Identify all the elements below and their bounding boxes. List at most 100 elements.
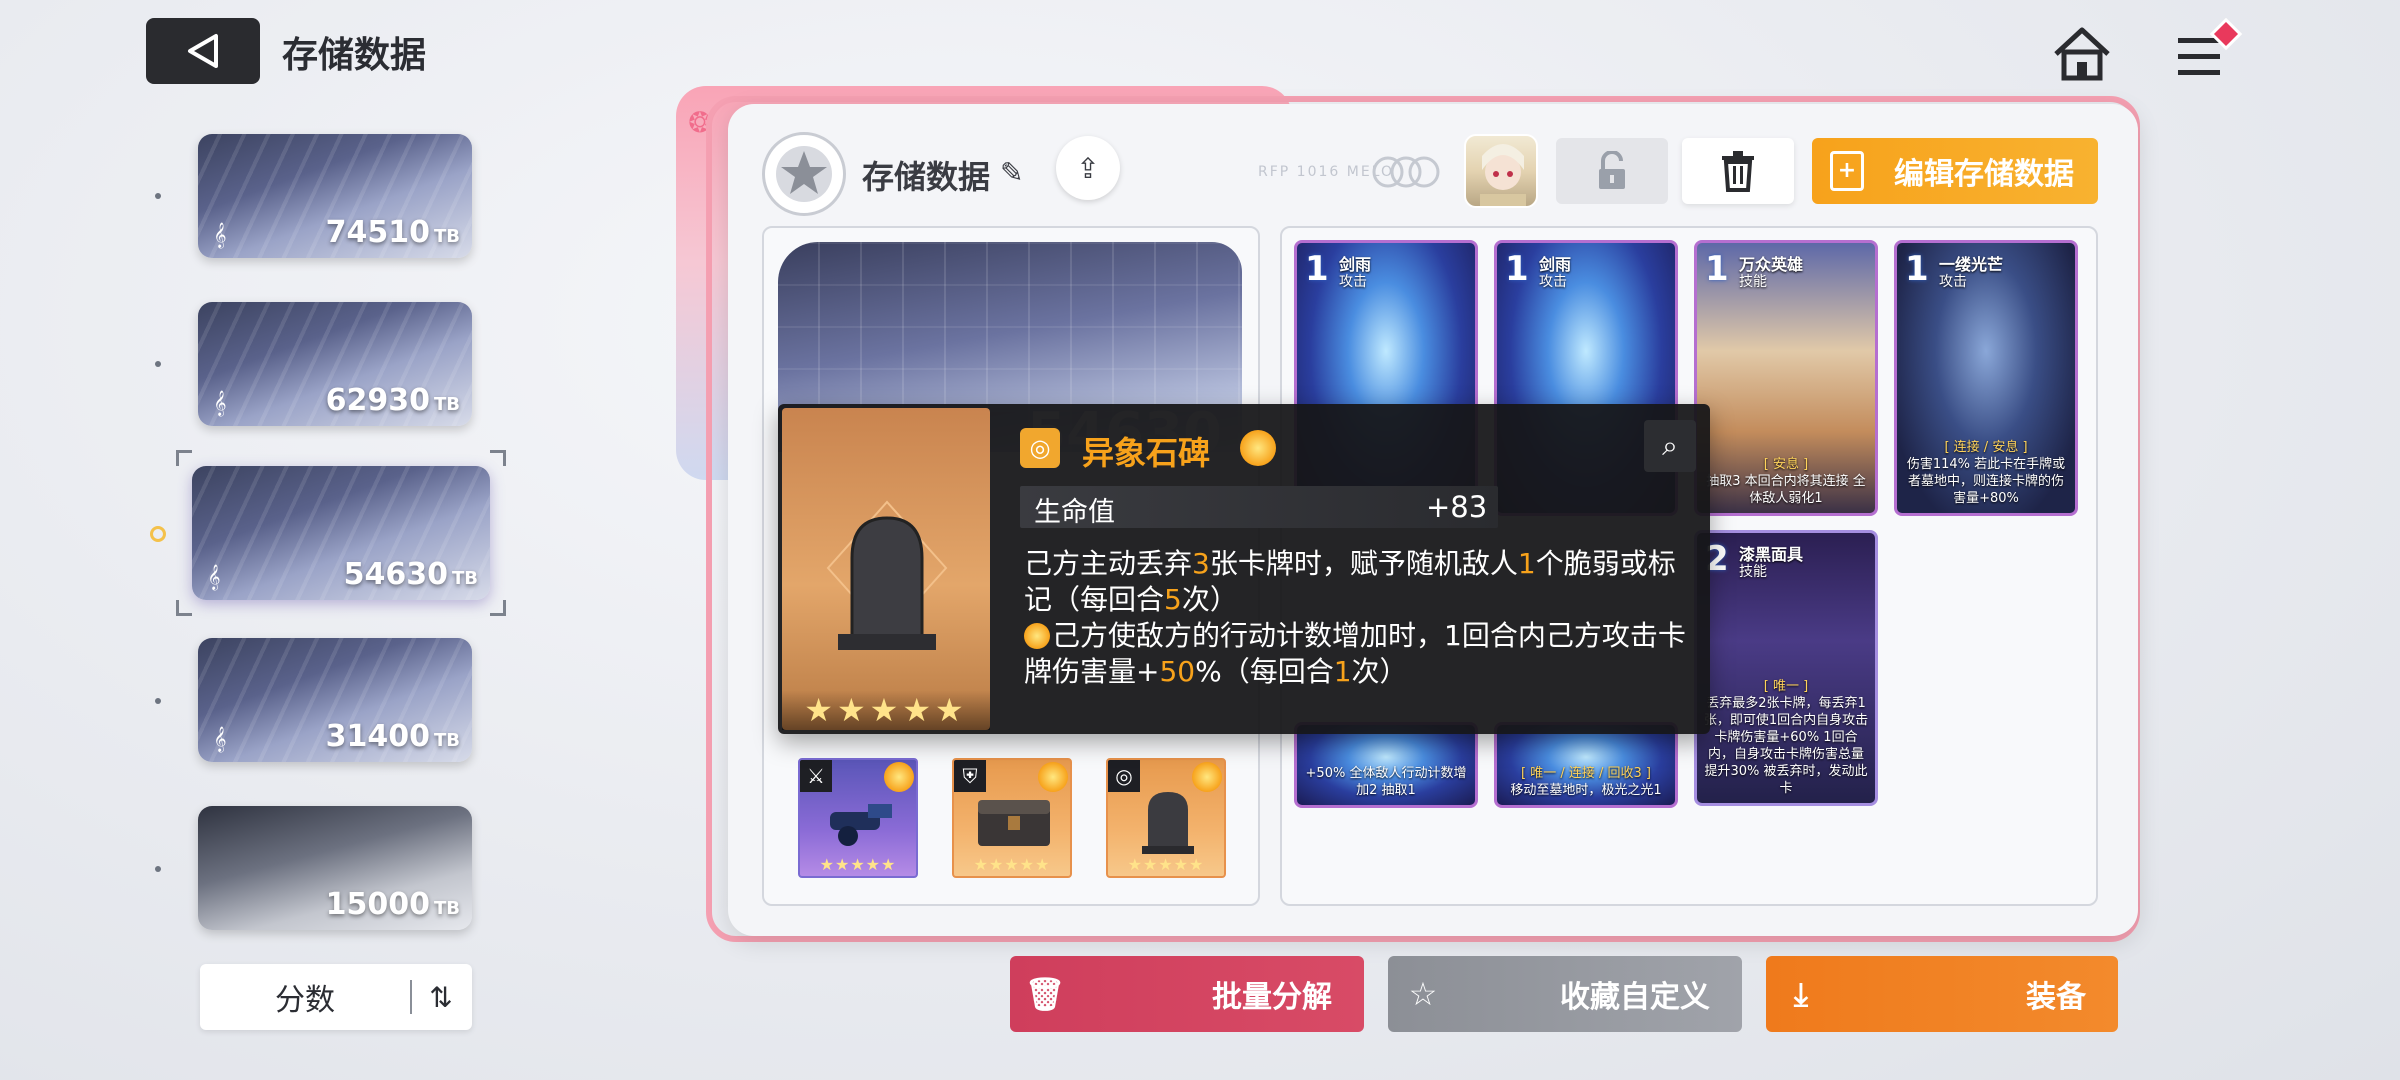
sort-control[interactable]: 分数 ⇅ [200,964,472,1030]
rail-dot [155,698,161,704]
sun-badge-icon [884,762,914,792]
rail-dot [155,866,161,872]
batch-salvage-button[interactable]: 🗑 批量分解 [1010,956,1364,1032]
slot-value: 15000 TB [325,887,460,922]
slot-value: 62930 TB [325,383,460,418]
sort-label: 分数 [275,983,335,1018]
card-ray-of-light[interactable]: 1 一缕光芒 攻击 [ 连接 / 安息 ] 伤害114% 若此卡在手牌或者墓地中，… [1894,240,2078,516]
tooltip-item-image [782,408,990,730]
slot-logo-icon: 𝄞 [207,565,221,590]
collect-custom-button[interactable]: ☆ 收藏自定义 [1388,956,1742,1032]
lock-button[interactable] [1556,138,1668,204]
card-type: 技能 [1739,564,1767,580]
equipment-stars: ★★★★★ [1127,855,1205,874]
menu-button[interactable] [2170,17,2250,88]
card-desc: [ 唯一 / 连接 / 回收3 ] 移动至墓地时，极光之光1 [1510,766,1662,798]
sort-order-icon[interactable]: ⇅ [412,981,470,1014]
card-type: 攻击 [1539,274,1567,290]
search-icon[interactable]: ⌕ [1644,420,1696,472]
sun-badge-icon [1192,762,1222,792]
edit-save-button[interactable]: + 编辑存储数据 [1812,138,2098,204]
save-name: 存储数据 [862,158,991,196]
effect-line-2: 己方使敌方的行动计数增加时，1回合内己方攻击卡牌伤害量+50%（每回合1次） [1024,619,1686,688]
rail-active-dot [150,526,166,542]
rail-dot [155,193,161,199]
sun-bullet-icon [1024,623,1050,649]
slot-value: 31400 TB [325,719,460,754]
card-type: 攻击 [1339,274,1367,290]
card-desc: +50% 全体敌人行动计数增加2 抽取1 [1305,766,1467,798]
tooltip-stars: ★★★★★ [782,690,990,730]
rank-badge [762,132,846,216]
slot-logo-icon: 𝄞 [213,391,227,416]
card-desc: [ 安息 ] 抽取3 本回合内将其连接 全体敌人弱化1 [1706,457,1866,506]
card-desc: [ 唯一 ] 丢弃最多2张卡牌，每丢弃1张，即可使1回合内自身攻击卡牌伤害量+60… [1703,679,1869,796]
equipment-stars: ★★★★★ [819,855,897,874]
avatar-portrait-icon [1480,144,1526,206]
share-icon: ⇪ [1076,151,1100,185]
card-heroes[interactable]: 1 万众英雄 技能 [ 安息 ] 抽取3 本回合内将其连接 全体敌人弱化1 [1694,240,1878,516]
sun-badge-icon [1240,430,1276,466]
card-cost: 1 [1505,249,1529,289]
home-button[interactable] [2050,22,2114,86]
slot-logo-icon: 𝄞 [213,727,227,752]
character-avatar[interactable] [1464,134,1538,208]
save-slot-3[interactable]: 𝄞 54630 TB [192,466,490,600]
equip-download-icon: ⤓ [1793,974,1809,1013]
collect-label: 收藏自定义 [1560,980,1710,1015]
unlock-icon [1599,151,1625,189]
page-title: 存储数据 [282,35,427,76]
delete-button[interactable] [1682,138,1794,204]
rings-icon [1370,152,1442,192]
save-slot-2[interactable]: 𝄞 62930 TB [198,302,472,426]
trash-icon [1722,151,1754,192]
edit-plus-icon: + [1830,151,1864,191]
cannon-icon [830,804,892,846]
sun-badge-icon [1038,762,1068,792]
stat-value: +83 [1426,490,1488,524]
star-edit-icon: ☆ [1408,975,1438,1013]
save-slot-1[interactable]: 𝄞 74510 TB [198,134,472,258]
salvage-label: 批量分解 [1212,980,1332,1015]
equipment-armor[interactable]: ⛨ ★★★★★ [952,758,1072,878]
tooltip-title: 异象石碑 [1082,434,1211,472]
effect-line-1: 己方主动丢弃3张卡牌时，赋予随机敌人1个脆弱或标记（每回合5次） [1024,547,1676,616]
equipment-weapon[interactable]: ⚔ ★★★★★ [798,758,918,878]
equipment-stars: ★★★★★ [973,855,1051,874]
equipment-accessory[interactable]: ◎ ★★★★★ [1106,758,1226,878]
ring-type-icon: ◎ [1108,760,1140,792]
equip-label: 装备 [2026,980,2086,1015]
chest-icon [978,800,1050,846]
menu-icon [2178,17,2243,75]
card-cost: 1 [1905,249,1929,289]
rename-pencil-icon[interactable]: ✎ [1000,156,1034,190]
edit-save-label: 编辑存储数据 [1894,157,2074,192]
tombstone-icon [826,500,948,650]
armor-type-icon: ⛨ [954,760,986,792]
save-slot-4[interactable]: 𝄞 31400 TB [198,638,472,762]
card-type: 技能 [1739,274,1767,290]
tombstone-icon [1142,792,1194,854]
card-cost: 1 [1705,249,1729,289]
weapon-type-icon: ⚔ [800,760,832,792]
trash-icon: 🗑 [1024,975,1066,1013]
ring-type-icon: ◎ [1020,428,1060,468]
share-button[interactable]: ⇪ [1056,136,1120,200]
back-arrow-icon [188,34,218,68]
home-icon [2054,27,2110,81]
back-button[interactable] [146,18,260,84]
slot-logo-icon: 𝄞 [213,223,227,248]
card-type: 攻击 [1939,274,1967,290]
tooltip-description: 己方主动丢弃3张卡牌时，赋予随机敌人1个脆弱或标记（每回合5次） 己方使敌方的行… [1024,546,1692,690]
card-cost: 1 [1305,249,1329,289]
star-badge-icon [776,146,832,202]
equip-button[interactable]: ⤓ 装备 [1766,956,2118,1032]
slot-value: 54630 TB [343,557,478,592]
card-row2-2[interactable]: [ 唯一 / 连接 / 回收3 ] 移动至墓地时，极光之光1 [1494,722,1678,808]
card-desc: [ 连接 / 安息 ] 伤害114% 若此卡在手牌或者墓地中，则连接卡牌的伤害量+… [1906,440,2066,506]
save-slot-5[interactable]: 15000 TB [198,806,472,930]
card-black-mask[interactable]: 2 漆黑面具 技能 [ 唯一 ] 丢弃最多2张卡牌，每丢弃1张，即可使1回合内自身… [1694,530,1878,806]
card-row2-1[interactable]: +50% 全体敌人行动计数增加2 抽取1 [1294,722,1478,808]
slot-value: 74510 TB [325,215,460,250]
stat-label: 生命值 [1034,497,1115,528]
